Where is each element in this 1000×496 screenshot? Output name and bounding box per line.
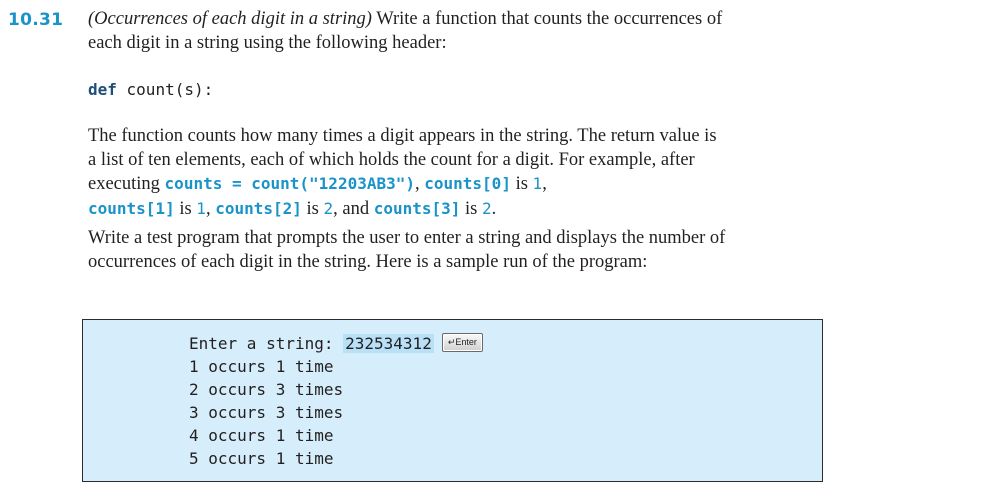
console-output: Enter a string: 232534312 ↵Enter 1 occurs… [189, 332, 483, 470]
inline-code: counts[0] [424, 174, 511, 193]
function-header: def count(s): [88, 80, 213, 99]
description-text: , [542, 174, 547, 194]
output-line: 1 occurs 1 time [189, 357, 334, 376]
prompt-text: Enter a string: [189, 334, 344, 353]
description-text: is [174, 198, 197, 219]
exercise-number: 10.31 [8, 10, 64, 30]
inline-code: counts = count("12203AB3") [164, 174, 415, 193]
inline-code: counts[2] [215, 198, 302, 218]
output-line: 5 occurs 1 time [189, 449, 334, 468]
sample-run-console: Enter a string: 232534312 ↵Enter 1 occurs… [82, 319, 823, 482]
inline-number: 2 [482, 198, 492, 218]
output-line: 4 occurs 1 time [189, 426, 334, 445]
description-text: , and [333, 198, 374, 219]
inline-number: 1 [532, 174, 543, 193]
prompt-line: Enter a string: 232534312 ↵Enter [189, 332, 483, 355]
description-paragraph: The function counts how many times a dig… [88, 125, 728, 221]
inline-code: counts[1] [88, 198, 175, 218]
function-signature: count(s): [116, 80, 214, 99]
output-line: 2 occurs 3 times [189, 380, 344, 399]
exercise-intro: (Occurrences of each digit in a string) … [88, 8, 728, 55]
test-program-paragraph: Write a test program that prompts the us… [88, 228, 726, 272]
inline-number: 1 [196, 198, 206, 218]
description-text: , [205, 198, 216, 219]
user-input: 232534312 [343, 334, 434, 353]
inline-number: 2 [323, 198, 334, 218]
exercise-title: (Occurrences of each digit in a string) [88, 9, 372, 29]
enter-key-icon: ↵Enter [441, 333, 483, 352]
description-text: . [491, 198, 497, 219]
output-line: 3 occurs 3 times [189, 403, 344, 422]
description-text: is [301, 198, 324, 219]
description-text: , [415, 174, 425, 194]
def-keyword: def [88, 80, 117, 99]
description-text: is [460, 198, 483, 219]
description-text: is [510, 174, 533, 194]
inline-code: counts[3] [373, 198, 461, 218]
